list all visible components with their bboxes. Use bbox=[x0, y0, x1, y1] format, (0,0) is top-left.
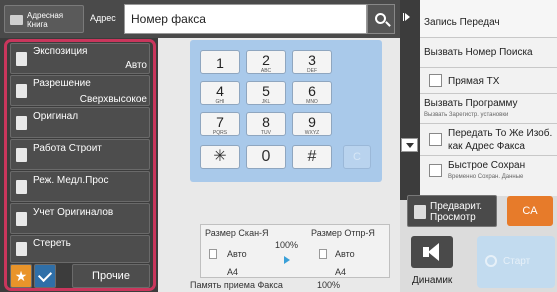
scan-size-label: Размер Скан-Я bbox=[205, 228, 269, 238]
start-button[interactable]: Старт bbox=[477, 236, 555, 288]
star-key-icon: ✳ bbox=[213, 148, 227, 165]
start-icon bbox=[485, 255, 497, 267]
key-5[interactable]: 5 JKL bbox=[246, 81, 286, 105]
address-book-label: Адресная Книга bbox=[27, 11, 64, 29]
send-paper-size: A4 bbox=[335, 267, 347, 277]
address-book-button[interactable]: Адресная Книга bbox=[4, 5, 84, 33]
key-9[interactable]: 9 WXYZ bbox=[292, 112, 332, 136]
recall-search-item[interactable]: Вызвать Номер Поиска bbox=[420, 38, 557, 68]
key-3[interactable]: 3 DEF bbox=[292, 50, 332, 74]
send-log-item[interactable]: Запись Передач bbox=[420, 0, 557, 38]
ratio-value: 100% bbox=[275, 240, 299, 250]
speaker-label: Динамик bbox=[412, 275, 453, 286]
preview-button[interactable]: Предварит. Просмотр bbox=[407, 195, 497, 227]
collapse-panel-icon[interactable] bbox=[405, 13, 410, 21]
send-same-image-checkbox[interactable] bbox=[429, 133, 442, 146]
clear-key[interactable]: C bbox=[343, 145, 371, 169]
right-panel-scroll-column bbox=[400, 0, 420, 200]
key-7[interactable]: 7 PQRS bbox=[200, 112, 240, 136]
fax-number-input[interactable]: Номер факса bbox=[124, 4, 367, 34]
numeric-keypad: 1 2 ABC 3 DEF 4 GHI 5 JKL 6 MNO 7 PQRS 8… bbox=[190, 40, 382, 182]
address-label: Адрес bbox=[90, 13, 116, 23]
direct-tx-item[interactable]: Прямая TX bbox=[420, 68, 557, 94]
quick-save-checkbox[interactable] bbox=[429, 164, 442, 177]
ca-button[interactable]: CA bbox=[507, 196, 553, 226]
key-0[interactable]: 0 bbox=[246, 145, 286, 169]
fax-memory-label: Память приема Факса bbox=[190, 280, 283, 290]
key-hash[interactable]: # bbox=[292, 145, 332, 169]
size-info-box: Размер Скан-Я Размер Отпр-Я Авто 100% Ав… bbox=[200, 224, 390, 278]
left-panel-highlight bbox=[4, 39, 156, 291]
key-2[interactable]: 2 ABC bbox=[246, 50, 286, 74]
key-star[interactable]: ✳ bbox=[200, 145, 240, 169]
fax-memory-value: 100% bbox=[317, 280, 341, 290]
preview-icon bbox=[414, 205, 426, 219]
scroll-down-icon[interactable] bbox=[401, 138, 418, 152]
scan-size-value: Авто bbox=[227, 249, 247, 259]
arrow-right-icon bbox=[284, 256, 290, 264]
send-size-label: Размер Отпр-Я bbox=[311, 228, 375, 238]
send-document-icon bbox=[319, 249, 327, 259]
scan-document-icon bbox=[209, 249, 217, 259]
key-6[interactable]: 6 MNO bbox=[292, 81, 332, 105]
scan-paper-size: A4 bbox=[227, 267, 239, 277]
direct-tx-checkbox[interactable] bbox=[429, 74, 442, 87]
key-1[interactable]: 1 bbox=[200, 50, 240, 74]
send-same-image-item[interactable]: Передать То Же Изоб. как Адрес Факса bbox=[420, 124, 557, 156]
key-8[interactable]: 8 TUV bbox=[246, 112, 286, 136]
quick-save-item[interactable]: Быстрое Сохран Временно Сохран. Данные bbox=[420, 156, 557, 186]
collapse-panel-bar bbox=[403, 13, 404, 21]
search-button[interactable] bbox=[367, 4, 395, 34]
speaker-button[interactable] bbox=[411, 236, 453, 268]
send-size-value: Авто bbox=[335, 249, 355, 259]
address-book-icon bbox=[10, 15, 23, 25]
recall-program-item[interactable]: Вызвать Программу Вызвать Зарегистр. уст… bbox=[420, 94, 557, 124]
key-4[interactable]: 4 GHI bbox=[200, 81, 240, 105]
